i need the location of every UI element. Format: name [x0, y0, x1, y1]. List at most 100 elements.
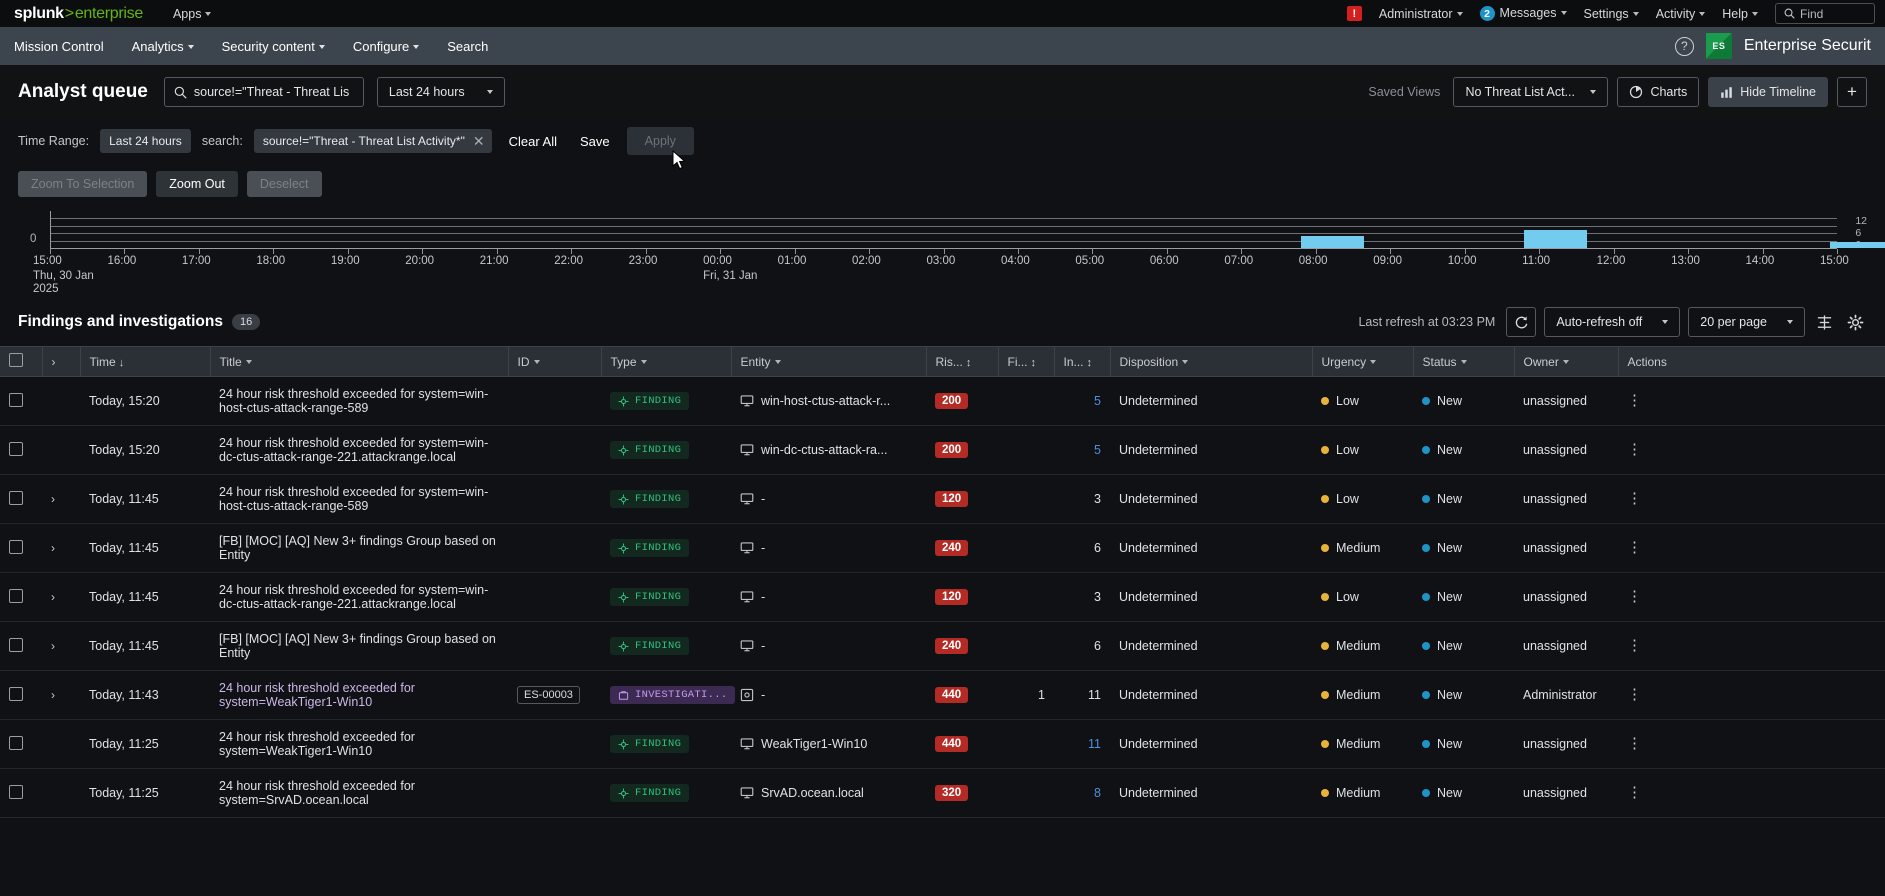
row-select-checkbox[interactable] — [9, 784, 23, 799]
timeline-plot-area[interactable] — [50, 211, 1885, 249]
cell-actions[interactable]: ⋮ — [1618, 572, 1885, 622]
row-actions-menu-icon[interactable]: ⋮ — [1627, 735, 1642, 752]
cell-actions[interactable]: ⋮ — [1618, 719, 1885, 769]
cell-title[interactable]: [FB] [MOC] [AQ] New 3+ findings Group ba… — [210, 523, 508, 573]
th-investigations[interactable]: In... ↕ — [1054, 346, 1111, 377]
help-circle-icon[interactable]: ? — [1674, 36, 1694, 56]
cell-actions[interactable]: ⋮ — [1618, 425, 1885, 475]
cell-title[interactable]: 24 hour risk threshold exceeded for syst… — [210, 768, 508, 818]
cell-expand[interactable]: › — [42, 670, 80, 720]
cell-actions[interactable]: ⋮ — [1618, 768, 1885, 818]
cell-title[interactable]: 24 hour risk threshold exceeded for syst… — [210, 670, 508, 720]
global-find-input[interactable]: Find — [1775, 3, 1875, 24]
th-id[interactable]: ID — [508, 346, 602, 377]
nav-item-configure[interactable]: Configure — [353, 39, 420, 54]
select-all-checkbox[interactable] — [9, 353, 23, 367]
row-select-checkbox[interactable] — [9, 441, 23, 456]
row-actions-menu-icon[interactable]: ⋮ — [1627, 686, 1642, 703]
cell-actions[interactable]: ⋮ — [1618, 523, 1885, 573]
administrator-menu[interactable]: Administrator — [1379, 7, 1463, 21]
cell-checkbox[interactable] — [0, 474, 42, 524]
refresh-button[interactable] — [1506, 307, 1537, 337]
th-urgency[interactable]: Urgency — [1312, 346, 1414, 377]
expand-row-icon[interactable]: › — [51, 590, 55, 604]
save-button[interactable]: Save — [580, 134, 610, 149]
zoom-to-selection-button[interactable]: Zoom To Selection — [18, 171, 148, 197]
nav-item-analytics[interactable]: Analytics — [132, 39, 194, 54]
cell-expand[interactable]: › — [42, 572, 80, 622]
th-expand-all[interactable]: › — [42, 346, 81, 377]
cell-actions[interactable]: ⋮ — [1618, 621, 1885, 671]
row-actions-menu-icon[interactable]: ⋮ — [1627, 784, 1642, 801]
table-row[interactable]: › Today, 11:45 [FB] [MOC] [AQ] New 3+ find… — [0, 621, 1885, 671]
cell-investigations[interactable]: 5 — [1054, 376, 1110, 426]
row-select-checkbox[interactable] — [9, 392, 23, 407]
search-filter-chip[interactable]: source!="Threat - Threat List Activity*"… — [253, 129, 492, 153]
cell-actions[interactable]: ⋮ — [1618, 670, 1885, 720]
auto-refresh-select[interactable]: Auto-refresh off — [1544, 307, 1681, 337]
nav-item-mission-control[interactable]: Mission Control — [14, 39, 104, 54]
settings-menu[interactable]: Settings — [1584, 7, 1639, 21]
row-actions-menu-icon[interactable]: ⋮ — [1627, 539, 1642, 556]
expand-row-icon[interactable]: › — [51, 541, 55, 555]
row-actions-menu-icon[interactable]: ⋮ — [1627, 441, 1642, 458]
cell-expand[interactable]: › — [42, 474, 80, 524]
table-row[interactable]: Today, 15:20 24 hour risk threshold excee… — [0, 425, 1885, 475]
expand-row-icon[interactable]: › — [51, 639, 55, 653]
messages-menu[interactable]: 2 Messages — [1479, 6, 1567, 22]
th-entity[interactable]: Entity — [731, 346, 927, 377]
splunk-logo[interactable]: splunk > enterprise — [14, 5, 143, 23]
row-actions-menu-icon[interactable]: ⋮ — [1627, 588, 1642, 605]
row-select-checkbox[interactable] — [9, 490, 23, 505]
per-page-select[interactable]: 20 per page — [1688, 307, 1805, 337]
activity-menu[interactable]: Activity — [1656, 7, 1706, 21]
expand-row-icon[interactable]: › — [51, 688, 55, 702]
timeline-bar[interactable] — [1301, 236, 1364, 248]
row-actions-menu-icon[interactable]: ⋮ — [1627, 637, 1642, 654]
cell-checkbox[interactable] — [0, 768, 42, 818]
cell-title[interactable]: 24 hour risk threshold exceeded for syst… — [210, 474, 508, 524]
add-view-button[interactable]: + — [1837, 77, 1867, 107]
apply-button[interactable]: Apply — [626, 127, 694, 155]
cell-checkbox[interactable] — [0, 719, 42, 769]
table-row[interactable]: Today, 15:20 24 hour risk threshold excee… — [0, 376, 1885, 426]
expand-row-icon[interactable]: › — [51, 492, 55, 506]
nav-item-security-content[interactable]: Security content — [222, 39, 325, 54]
th-disposition[interactable]: Disposition — [1110, 346, 1313, 377]
gear-icon[interactable] — [1844, 314, 1867, 331]
th-findings[interactable]: Fi... ↕ — [998, 346, 1055, 377]
time-range-picker[interactable]: Last 24 hours — [376, 77, 505, 107]
cell-actions[interactable]: ⋮ — [1618, 376, 1885, 426]
cell-checkbox[interactable] — [0, 572, 42, 622]
cell-title[interactable]: 24 hour risk threshold exceeded for syst… — [210, 572, 508, 622]
nav-item-search[interactable]: Search — [447, 39, 488, 54]
table-row[interactable]: › Today, 11:45 24 hour risk threshold exce… — [0, 474, 1885, 524]
table-row[interactable]: › Today, 11:43 24 hour risk threshold exce… — [0, 670, 1885, 720]
table-row[interactable]: › Today, 11:45 24 hour risk threshold exce… — [0, 572, 1885, 622]
th-owner[interactable]: Owner — [1514, 346, 1619, 377]
row-select-checkbox[interactable] — [9, 588, 23, 603]
queue-search-input[interactable]: source!="Threat - Threat Lis — [163, 77, 364, 107]
cell-investigations[interactable]: 8 — [1054, 768, 1110, 818]
th-type[interactable]: Type — [601, 346, 732, 377]
chevron-right-icon[interactable]: › — [52, 355, 56, 369]
row-actions-menu-icon[interactable]: ⋮ — [1627, 490, 1642, 507]
timeline-chart[interactable]: 0 12 6 0 15:0016:0017:0018:0019:0020:002… — [0, 203, 1885, 303]
cell-actions[interactable]: ⋮ — [1618, 474, 1885, 524]
charts-button[interactable]: Charts — [1617, 77, 1700, 107]
th-select-all[interactable] — [0, 346, 43, 377]
deselect-button[interactable]: Deselect — [246, 171, 322, 197]
cell-investigations[interactable]: 11 — [1054, 719, 1110, 769]
density-icon[interactable] — [1813, 314, 1836, 331]
cell-checkbox[interactable] — [0, 523, 42, 573]
table-row[interactable]: › Today, 11:45 [FB] [MOC] [AQ] New 3+ find… — [0, 523, 1885, 573]
alert-badge[interactable]: ! — [1346, 6, 1362, 21]
cell-checkbox[interactable] — [0, 425, 42, 475]
time-range-filter-chip[interactable]: Last 24 hours — [100, 129, 191, 153]
hide-timeline-button[interactable]: Hide Timeline — [1708, 77, 1828, 107]
th-risk[interactable]: Ris... ↕ — [926, 346, 999, 377]
saved-views-select[interactable]: No Threat List Act... — [1453, 77, 1609, 107]
cell-checkbox[interactable] — [0, 621, 42, 671]
cell-title[interactable]: [FB] [MOC] [AQ] New 3+ findings Group ba… — [210, 621, 508, 671]
row-select-checkbox[interactable] — [9, 686, 23, 701]
